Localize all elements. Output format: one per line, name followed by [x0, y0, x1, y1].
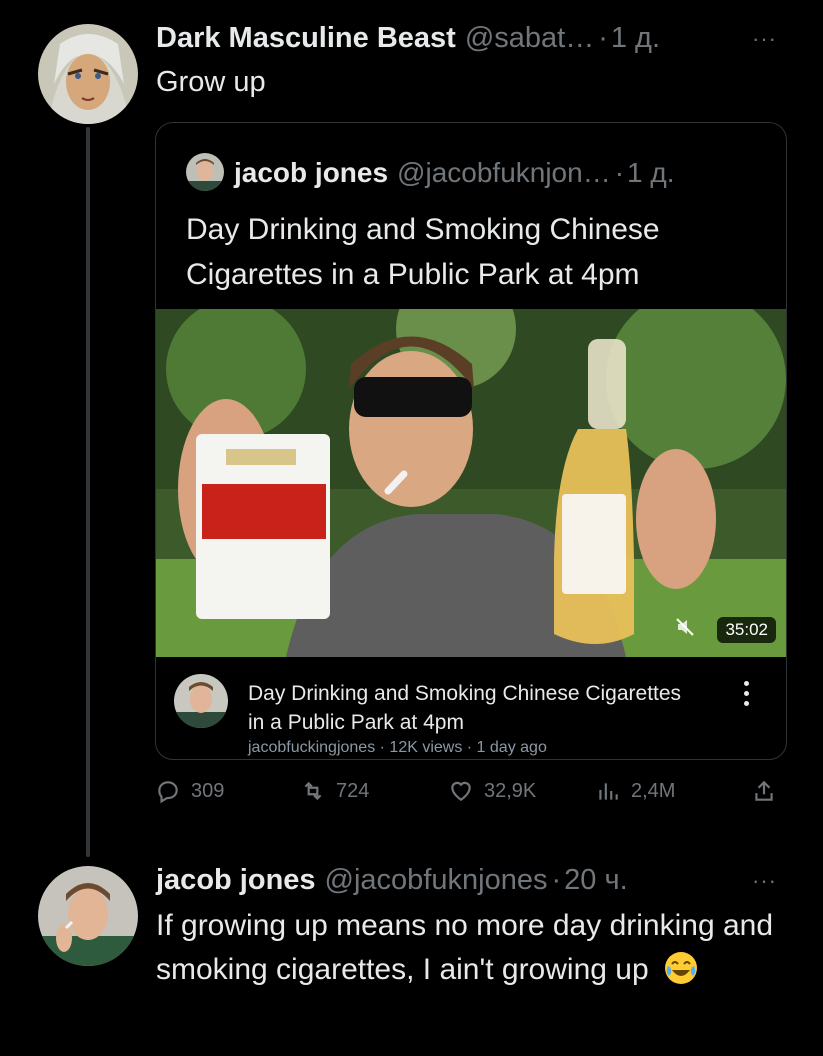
mute-icon[interactable]: [676, 618, 694, 641]
video-meta: jacobfuckingjones · 12K views · 1 day ag…: [248, 739, 547, 756]
reply-post-time[interactable]: 20 ч.: [564, 864, 627, 897]
reply-button[interactable]: 309: [155, 778, 224, 804]
views-button[interactable]: 2,4M: [595, 778, 675, 804]
channel-avatar[interactable]: [174, 674, 228, 728]
reply-author-handle[interactable]: @jacobfuknjones: [325, 864, 548, 897]
views-chart-icon: [599, 783, 618, 800]
reply-text-block: If growing up means no more day drinking…: [156, 904, 776, 992]
post-text: Grow up: [156, 66, 266, 98]
like-button[interactable]: 32,9K: [448, 778, 536, 804]
quoted-post-card[interactable]: jacob jones @jacobfuknjon… · 1 д. Day Dr…: [155, 122, 787, 760]
video-menu-button[interactable]: [744, 681, 750, 711]
reply-author-name[interactable]: jacob jones: [156, 864, 316, 897]
joy-emoji-icon: [665, 952, 697, 984]
reply-icon: [158, 781, 178, 804]
post-time[interactable]: 1 д.: [611, 22, 660, 55]
action-bar: 309 724 32,9K 2,4M: [155, 778, 785, 814]
quoted-post-time[interactable]: 1 д.: [627, 157, 674, 189]
author-handle[interactable]: @sabat…: [465, 22, 594, 55]
like-count: 32,9K: [484, 779, 537, 802]
quoted-post-text: Day Drinking and Smoking Chinese Cigaret…: [186, 213, 660, 291]
heart-icon: [451, 781, 471, 801]
repost-count: 724: [336, 779, 370, 802]
reply-avatar[interactable]: [38, 866, 138, 966]
quoted-author-name[interactable]: jacob jones: [234, 157, 388, 189]
more-options-button[interactable]: ···: [752, 26, 777, 52]
quoted-author-handle[interactable]: @jacobfuknjon…: [397, 157, 611, 189]
share-icon: [755, 780, 773, 801]
share-button[interactable]: [751, 778, 787, 804]
separator: ·: [614, 157, 625, 188]
video-duration: 35:02: [717, 617, 776, 643]
thread-line: [86, 127, 90, 857]
reply-more-options-button[interactable]: ···: [752, 868, 777, 894]
reply-count: 309: [191, 779, 225, 802]
repost-icon: [304, 781, 322, 801]
separator: ·: [598, 22, 608, 54]
author-name[interactable]: Dark Masculine Beast: [156, 22, 456, 55]
video-thumbnail[interactable]: 35:02: [156, 309, 786, 657]
quoted-avatar[interactable]: [186, 153, 224, 191]
repost-button[interactable]: 724: [300, 778, 369, 804]
separator: ·: [551, 864, 562, 896]
video-title[interactable]: Day Drinking and Smoking Chinese Cigaret…: [248, 679, 688, 737]
views-count: 2,4M: [631, 779, 676, 802]
avatar[interactable]: [38, 24, 138, 124]
